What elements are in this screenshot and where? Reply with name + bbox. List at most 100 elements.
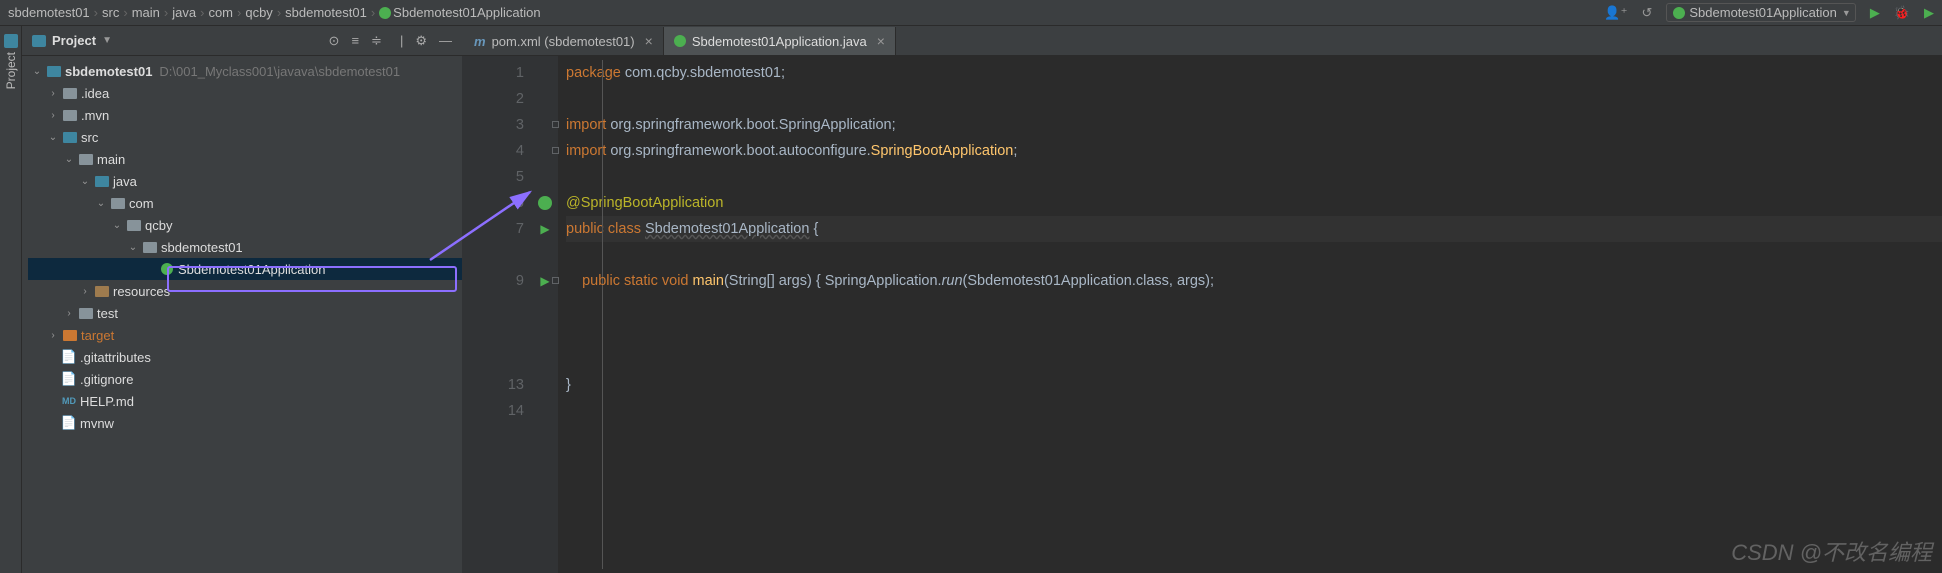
gutter: 1 2 3 4 5 6 7 9 13 14 (462, 56, 532, 573)
code-content[interactable]: package com.qcby.sbdemotest01; import or… (558, 56, 1942, 573)
line-number[interactable]: 5 (462, 164, 524, 190)
chevron-down-icon: ▼ (1842, 8, 1851, 18)
code-editor[interactable]: 1 2 3 4 5 6 7 9 13 14 ▶ ▶ (462, 56, 1942, 573)
tree-item[interactable]: ›test (28, 302, 462, 324)
run-config-selector[interactable]: Sbdemotest01Application ▼ (1666, 3, 1855, 22)
line-number[interactable]: 7 (462, 216, 524, 242)
code-token: } (566, 377, 571, 393)
code-token: .class, args); (1132, 273, 1214, 289)
tree-item[interactable]: 📄.gitignore (28, 368, 462, 390)
line-number[interactable]: 3 (462, 112, 524, 138)
code-token: (String[] args) { SpringApplication. (724, 273, 942, 289)
tab-pom[interactable]: m pom.xml (sbdemotest01) × (464, 27, 664, 55)
expand-icon[interactable]: ⌄ (63, 154, 75, 165)
project-icon (32, 35, 46, 47)
editor-tabs: m pom.xml (sbdemotest01) × Sbdemotest01A… (462, 26, 1942, 56)
line-number[interactable] (462, 320, 524, 346)
crumb[interactable]: sbdemotest01 (8, 5, 90, 20)
expand-icon[interactable]: › (79, 286, 91, 297)
code-token: public static void (566, 273, 693, 289)
run-config-label: Sbdemotest01Application (1689, 5, 1836, 20)
code-token: package (566, 65, 625, 81)
expand-icon[interactable]: ⌄ (79, 176, 91, 187)
maven-icon: m (474, 34, 486, 49)
spring-gutter-icon[interactable] (538, 196, 552, 210)
tree-item[interactable]: ⌄com (28, 192, 462, 214)
sync-icon[interactable]: ↺ (1641, 5, 1652, 21)
chevron-down-icon[interactable]: ▼ (102, 35, 112, 46)
fold-icon[interactable] (552, 121, 559, 128)
tree-item[interactable]: 📄.gitattributes (28, 346, 462, 368)
line-number[interactable]: 9 (462, 268, 524, 294)
line-number[interactable] (462, 294, 524, 320)
gear-icon[interactable]: ⚙ (415, 33, 427, 49)
crumb[interactable]: java (172, 5, 196, 20)
hide-icon[interactable]: — (439, 33, 452, 49)
user-add-icon[interactable]: 👤⁺ (1604, 5, 1627, 21)
line-number[interactable]: 2 (462, 86, 524, 112)
debug-button[interactable]: 🐞 (1894, 5, 1910, 21)
expand-icon[interactable]: › (47, 330, 59, 341)
tree-item[interactable]: ⌄main (28, 148, 462, 170)
collapse-all-icon[interactable]: ≑ (371, 33, 382, 49)
select-opened-file-icon[interactable]: ⊙ (329, 33, 340, 49)
tree-item[interactable]: ›target (28, 324, 462, 346)
project-tree[interactable]: ⌄ sbdemotest01 D:\001_Myclass001\javava\… (22, 56, 462, 573)
run-button[interactable]: ▶ (1870, 5, 1880, 21)
expand-icon[interactable]: › (47, 88, 59, 99)
expand-icon[interactable]: ⌄ (47, 132, 59, 143)
fold-icon[interactable] (552, 147, 559, 154)
top-bar: sbdemotest01› src› main› java› com› qcby… (0, 0, 1942, 26)
expand-icon[interactable]: ⌄ (111, 220, 123, 231)
fold-icon[interactable] (552, 277, 559, 284)
line-number[interactable] (462, 346, 524, 372)
breadcrumb[interactable]: sbdemotest01› src› main› java› com› qcby… (8, 5, 1604, 20)
run-gutter-icon[interactable]: ▶ (540, 222, 549, 236)
editor-area: m pom.xml (sbdemotest01) × Sbdemotest01A… (462, 26, 1942, 573)
expand-icon[interactable]: ⌄ (127, 242, 139, 253)
line-number[interactable]: 14 (462, 398, 524, 424)
tree-item-selected[interactable]: Sbdemotest01Application (28, 258, 462, 280)
crumb[interactable]: main (132, 5, 160, 20)
line-number[interactable]: 6 (462, 190, 524, 216)
crumb[interactable]: qcby (245, 5, 272, 20)
project-tool-tab[interactable]: Project (0, 26, 22, 573)
line-number[interactable]: 1 (462, 60, 524, 86)
line-number[interactable]: 4 (462, 138, 524, 164)
run-gutter-icon[interactable]: ▶ (540, 274, 549, 288)
crumb[interactable]: Sbdemotest01Application (393, 5, 540, 20)
tree-item[interactable]: ⌄qcby (28, 214, 462, 236)
expand-icon[interactable]: ⌄ (95, 198, 107, 209)
tree-item[interactable]: ›.idea (28, 82, 462, 104)
close-icon[interactable]: × (645, 33, 653, 49)
spring-icon (674, 35, 686, 47)
tree-item[interactable]: 📄mvnw (28, 412, 462, 434)
crumb[interactable]: src (102, 5, 119, 20)
tree-item[interactable]: ⌄java (28, 170, 462, 192)
code-token: SpringBootApplication (871, 143, 1014, 159)
crumb[interactable]: sbdemotest01 (285, 5, 367, 20)
expand-icon[interactable]: › (47, 110, 59, 121)
spring-icon (1673, 7, 1685, 19)
crumb[interactable]: com (208, 5, 233, 20)
close-icon[interactable]: × (877, 33, 885, 49)
panel-title-text: Project (52, 33, 96, 48)
code-token: { (809, 221, 818, 237)
expand-icon[interactable]: ⌄ (31, 66, 43, 77)
project-tab-icon (4, 34, 18, 48)
code-token: com.qcby.sbdemotest01; (625, 65, 785, 81)
tree-item[interactable]: MDHELP.md (28, 390, 462, 412)
expand-icon[interactable]: › (63, 308, 75, 319)
line-number[interactable] (462, 242, 524, 268)
tree-item[interactable]: ›resources (28, 280, 462, 302)
tree-item[interactable]: ⌄src (28, 126, 462, 148)
tree-root[interactable]: ⌄ sbdemotest01 D:\001_Myclass001\javava\… (28, 60, 462, 82)
tab-app[interactable]: Sbdemotest01Application.java × (664, 27, 896, 55)
code-token: org.springframework.boot.SpringApplicati… (610, 117, 895, 133)
expand-all-icon[interactable]: ≡ (351, 33, 359, 49)
line-number[interactable]: 13 (462, 372, 524, 398)
tab-label: Sbdemotest01Application.java (692, 34, 867, 49)
tree-item[interactable]: ›.mvn (28, 104, 462, 126)
run-coverage-button[interactable]: ▶ (1924, 5, 1934, 21)
tree-item[interactable]: ⌄sbdemotest01 (28, 236, 462, 258)
